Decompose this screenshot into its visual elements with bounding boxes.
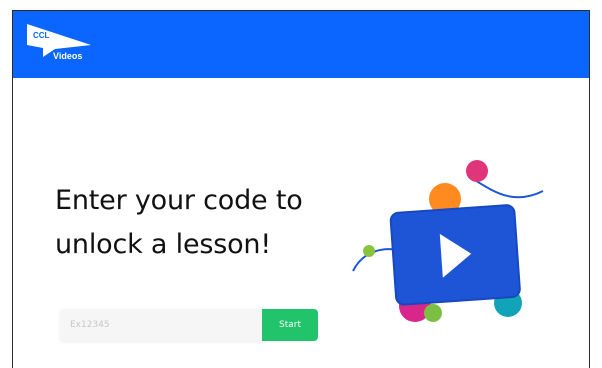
lesson-code-input[interactable] xyxy=(60,309,262,341)
play-video-icon xyxy=(352,160,544,322)
page-headline: Enter your code to unlock a lesson! xyxy=(55,179,303,267)
start-button[interactable]: Start xyxy=(262,309,318,341)
headline-line-1: Enter your code to xyxy=(55,185,303,216)
logo-product-text: Videos xyxy=(53,51,83,61)
logo-brand-text: CCL xyxy=(33,31,50,40)
headline-line-2: unlock a lesson! xyxy=(55,229,271,260)
top-header-bar: CCL Videos xyxy=(13,11,589,78)
ccl-videos-logo[interactable]: CCL Videos xyxy=(25,21,115,65)
app-window: CCL Videos Enter your code to unlock a l… xyxy=(12,10,590,368)
video-illustration xyxy=(343,151,563,331)
